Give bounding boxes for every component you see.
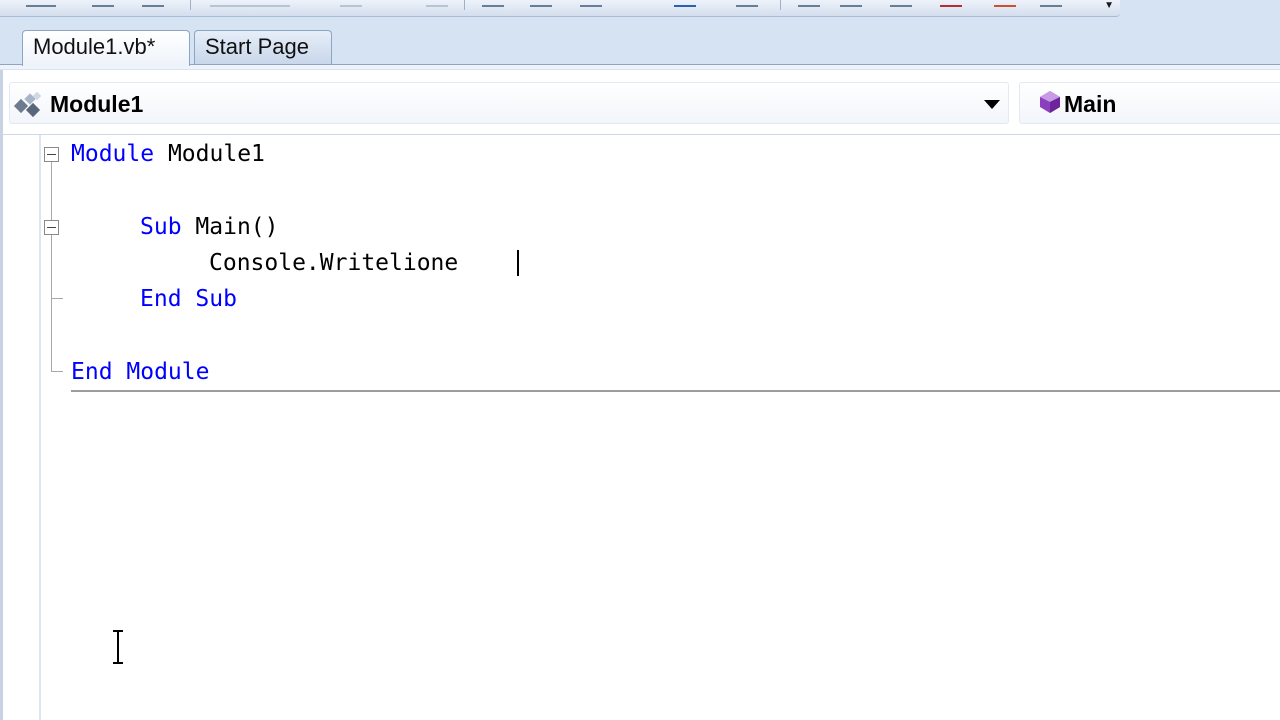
- class-selector-value: Module1: [50, 91, 144, 117]
- class-selector-dropdown[interactable]: Module1: [9, 82, 1009, 124]
- document-tab-strip: Module1.vb* Start Page: [0, 18, 1280, 66]
- code-line-console: Console.Writelione: [209, 248, 458, 278]
- toolbar-icon[interactable]: [580, 0, 602, 7]
- code-line-end-module: End Module: [71, 357, 209, 387]
- toolbar-icon[interactable]: [142, 0, 164, 7]
- code-line-sub-main: Sub Main(): [140, 212, 279, 242]
- toolbar-icon[interactable]: [210, 0, 290, 7]
- toolbar-separator: [780, 0, 781, 10]
- tab-start-page[interactable]: Start Page: [194, 30, 332, 64]
- identifier: Main(): [195, 214, 279, 240]
- toolbar-icon[interactable]: [840, 0, 862, 7]
- toolbar-icon[interactable]: [674, 0, 696, 7]
- toolbar-icon[interactable]: [26, 0, 56, 7]
- method-icon: [1040, 91, 1060, 113]
- tab-label: Module1.vb*: [33, 34, 156, 59]
- module-class-icon: [13, 91, 42, 118]
- tab-module1-vb[interactable]: Module1.vb*: [22, 30, 190, 66]
- identifier: Module1: [167, 141, 265, 167]
- toolbar-separator: [464, 0, 465, 10]
- tab-label: Start Page: [205, 34, 309, 59]
- code-editor[interactable]: Module Module1 Sub Main() Console.Writel…: [0, 134, 1280, 720]
- toolbar-icon[interactable]: [940, 0, 962, 7]
- member-selector-value: Main: [1064, 91, 1117, 117]
- statement-text: Console.Writelione: [209, 250, 459, 276]
- toolbar-icon[interactable]: [798, 0, 820, 7]
- toolbar: ▼: [0, 0, 1120, 17]
- code-line-module: Module Module1: [71, 139, 265, 169]
- keyword: Module: [71, 141, 155, 167]
- editor-margin: [3, 135, 41, 720]
- outline-line: [51, 162, 52, 220]
- outline-line: [51, 235, 52, 371]
- keyword: End Sub: [140, 286, 237, 312]
- toolbar-icon[interactable]: [890, 0, 912, 7]
- ibeam-cursor-icon: [113, 630, 123, 664]
- tab-strip-border: [0, 64, 1280, 69]
- keyword: Sub: [140, 214, 182, 240]
- outline-end-tick: [51, 371, 63, 372]
- toolbar-icon[interactable]: [340, 0, 362, 7]
- tb-overflow-arrow-icon[interactable]: ▼: [1104, 0, 1114, 12]
- text-caret: [517, 250, 519, 276]
- outline-end-tick: [51, 298, 63, 299]
- procedure-separator: [71, 390, 1280, 392]
- toolbar-icon[interactable]: [482, 0, 504, 7]
- toolbar-icon[interactable]: [92, 0, 114, 7]
- toolbar-icon[interactable]: [426, 0, 448, 7]
- toolbar-icon[interactable]: [1040, 0, 1062, 7]
- collapse-icon[interactable]: [44, 220, 59, 235]
- toolbar-icon[interactable]: [994, 0, 1016, 7]
- keyword: End Module: [71, 359, 210, 385]
- toolbar-icon[interactable]: [530, 0, 552, 7]
- toolbar-separator: [190, 0, 191, 10]
- toolbar-icon[interactable]: [736, 0, 758, 7]
- collapse-icon[interactable]: [44, 147, 59, 162]
- code-line-end-sub: End Sub: [140, 284, 237, 314]
- dropdown-arrow-icon[interactable]: [984, 100, 1000, 109]
- navigation-bar: Module1 Main: [0, 70, 1280, 134]
- member-selector-dropdown[interactable]: Main: [1019, 82, 1280, 124]
